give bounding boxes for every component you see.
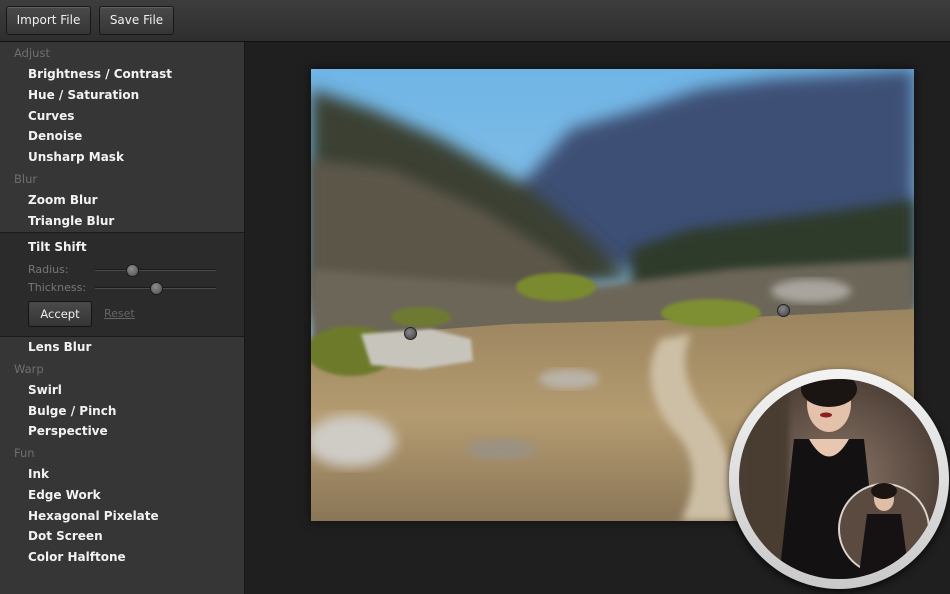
section-header-blur: Blur <box>14 172 38 186</box>
section-header-warp: Warp <box>14 362 44 376</box>
menu-item-unsharp-mask[interactable]: Unsharp Mask <box>28 150 124 164</box>
section-header-fun: Fun <box>14 446 35 460</box>
menu-item-tilt-shift[interactable]: Tilt Shift <box>28 240 87 254</box>
reset-link[interactable]: Reset <box>104 307 135 320</box>
menu-item-lens-blur[interactable]: Lens Blur <box>28 340 91 354</box>
radius-label: Radius: <box>28 263 69 276</box>
menu-item-curves[interactable]: Curves <box>28 109 74 123</box>
menu-item-hexagonal-pixelate[interactable]: Hexagonal Pixelate <box>28 509 159 523</box>
portrait-icon-art <box>739 379 939 579</box>
menu-item-color-halftone[interactable]: Color Halftone <box>28 550 126 564</box>
section-header-adjust: Adjust <box>14 46 50 60</box>
tilt-shift-start-handle[interactable] <box>404 327 417 340</box>
thickness-label: Thickness: <box>28 281 87 294</box>
save-file-button[interactable]: Save File <box>99 6 174 35</box>
layered-portrait-app-icon <box>729 369 949 589</box>
import-file-button[interactable]: Import File <box>6 6 91 35</box>
menu-item-zoom-blur[interactable]: Zoom Blur <box>28 193 98 207</box>
menu-item-perspective[interactable]: Perspective <box>28 424 108 438</box>
menu-item-brightness-contrast[interactable]: Brightness / Contrast <box>28 67 172 81</box>
menu-item-denoise[interactable]: Denoise <box>28 129 82 143</box>
menu-item-triangle-blur[interactable]: Triangle Blur <box>28 214 114 228</box>
menu-item-hue-saturation[interactable]: Hue / Saturation <box>28 88 139 102</box>
top-toolbar: Import File Save File <box>0 0 950 42</box>
thickness-slider-handle[interactable] <box>150 282 163 295</box>
menu-item-bulge-pinch[interactable]: Bulge / Pinch <box>28 404 116 418</box>
filter-sidebar: Adjust Brightness / Contrast Hue / Satur… <box>0 42 245 594</box>
menu-item-ink[interactable]: Ink <box>28 467 49 481</box>
menu-item-dot-screen[interactable]: Dot Screen <box>28 529 103 543</box>
menu-item-swirl[interactable]: Swirl <box>28 383 62 397</box>
menu-item-edge-work[interactable]: Edge Work <box>28 488 101 502</box>
accept-button[interactable]: Accept <box>28 301 92 327</box>
radius-slider-track[interactable] <box>95 269 216 271</box>
radius-slider-handle[interactable] <box>125 264 139 277</box>
tilt-shift-end-handle[interactable] <box>777 304 790 317</box>
